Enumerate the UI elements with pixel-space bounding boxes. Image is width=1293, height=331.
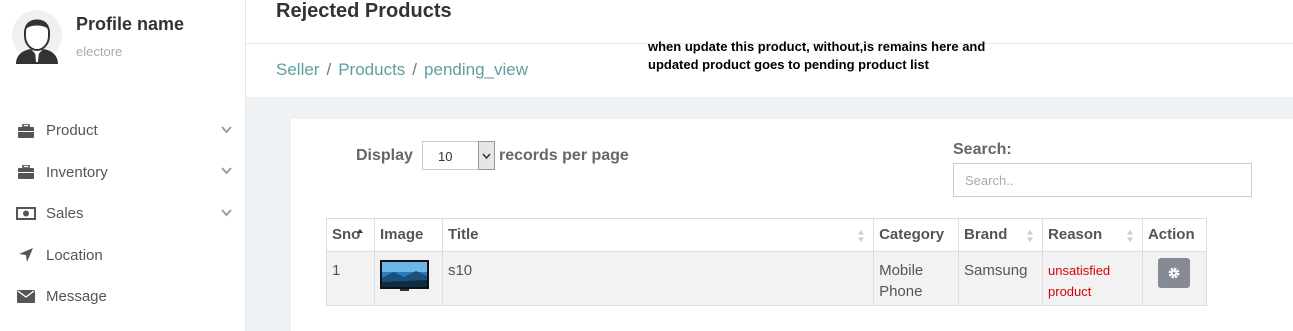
column-header-category[interactable]: Category <box>873 218 960 252</box>
breadcrumb-separator: / <box>412 60 418 79</box>
profile-name: Profile name <box>76 14 185 34</box>
column-header-action: Action <box>1141 218 1208 252</box>
sidebar-item-message[interactable]: Message <box>0 276 246 318</box>
cell-action <box>1141 251 1208 306</box>
sort-icon <box>858 230 865 242</box>
avatar-icon <box>12 10 62 64</box>
chevron-down-icon <box>221 126 232 134</box>
money-icon <box>16 206 36 222</box>
sidebar-item-inventory[interactable]: Inventory <box>0 152 246 194</box>
sidebar-item-label: Sales <box>46 205 84 223</box>
sidebar-item-label: Location <box>46 246 103 264</box>
annotation-note: when update this product, without,is rem… <box>648 38 985 74</box>
tv-product-thumbnail[interactable] <box>379 260 429 291</box>
settings-button[interactable] <box>1157 258 1190 288</box>
sidebar-item-label: Inventory <box>46 163 108 181</box>
column-header-brand[interactable]: Brand <box>958 218 1044 252</box>
cell-image <box>373 251 443 306</box>
products-table: Sno Image Title Category Brand Reason Ac… <box>326 218 1208 306</box>
sidebar: Profile name electore Product Inventory … <box>0 0 246 331</box>
chevron-down-icon <box>221 167 232 175</box>
column-header-reason[interactable]: Reason <box>1042 218 1143 252</box>
table-header-row: Sno Image Title Category Brand Reason Ac… <box>326 218 1208 252</box>
search-input[interactable] <box>953 163 1252 197</box>
display-label: Display <box>356 147 413 164</box>
sort-icon <box>1126 230 1133 242</box>
sort-asc-icon <box>356 229 363 233</box>
breadcrumb-separator: / <box>326 60 332 79</box>
sidebar-menu: Product Inventory Sales Location Message <box>0 110 246 318</box>
column-header-title[interactable]: Title <box>441 218 875 252</box>
profile-block: Profile name electore <box>12 10 242 70</box>
breadcrumb: Seller / Products / pending_view <box>276 60 528 80</box>
chevron-down-icon[interactable] <box>478 141 495 170</box>
reason-text: unsatisfied product <box>1048 263 1111 299</box>
breadcrumb-seller[interactable]: Seller <box>276 60 319 79</box>
annotation-line: when update this product, without,is rem… <box>648 39 986 54</box>
records-per-page-label: records per page <box>499 147 629 164</box>
sidebar-item-label: Message <box>46 288 107 306</box>
cell-category: Mobile Phone <box>873 251 960 306</box>
chevron-down-icon <box>221 209 232 217</box>
column-header-image: Image <box>373 218 443 252</box>
table-row: 1 s10 Mobile Phone Samsung unsatisfied p… <box>326 251 1208 306</box>
location-arrow-icon <box>16 247 36 263</box>
sidebar-item-label: Product <box>46 122 98 140</box>
envelope-icon <box>16 289 36 305</box>
breadcrumb-products[interactable]: Products <box>338 60 405 79</box>
sidebar-item-product[interactable]: Product <box>0 110 246 152</box>
sidebar-item-sales[interactable]: Sales <box>0 193 246 235</box>
profile-subtitle: electore <box>76 44 123 59</box>
page-size-select[interactable]: 10 <box>422 141 495 170</box>
cell-reason: unsatisfied product <box>1042 251 1143 306</box>
cell-brand: Samsung <box>958 251 1044 306</box>
briefcase-icon <box>16 123 36 139</box>
search-label: Search: <box>953 141 1012 158</box>
sort-icon <box>1027 230 1034 242</box>
briefcase-icon <box>16 164 36 180</box>
cell-title: s10 <box>441 251 875 306</box>
page-size-value: 10 <box>438 149 453 164</box>
cell-sno: 1 <box>326 251 375 306</box>
column-header-sno[interactable]: Sno <box>326 218 375 252</box>
page-title: Rejected Products <box>276 0 452 22</box>
sidebar-item-location[interactable]: Location <box>0 235 246 277</box>
gear-icon <box>1168 267 1180 279</box>
breadcrumb-current[interactable]: pending_view <box>424 60 528 79</box>
annotation-line: updated product goes to pending product … <box>648 57 929 72</box>
